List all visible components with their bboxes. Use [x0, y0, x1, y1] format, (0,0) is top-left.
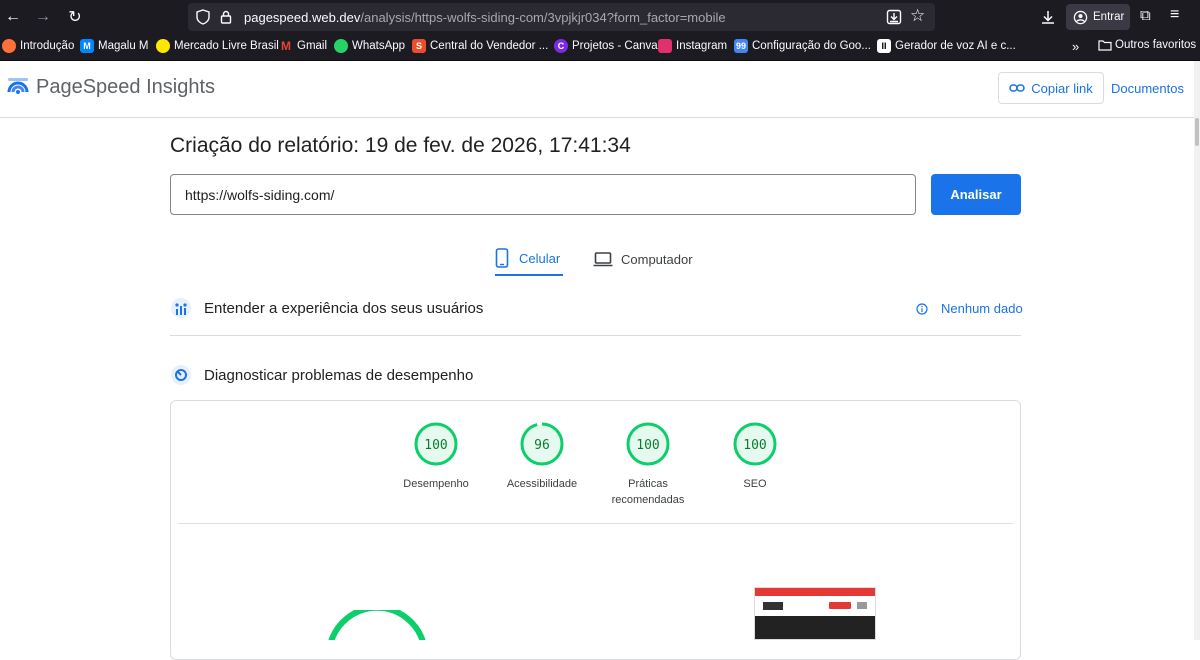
- thumb-menu: [857, 602, 867, 609]
- forward-icon[interactable]: →: [30, 4, 56, 30]
- whatsapp-icon: [334, 39, 348, 53]
- gmail-icon: M: [281, 39, 291, 53]
- canva-icon: C: [554, 39, 568, 53]
- menu-icon[interactable]: ≡: [1170, 6, 1179, 24]
- section-divider: [170, 335, 1021, 336]
- score-label: Acessibilidade: [506, 478, 578, 490]
- voice-icon: II: [877, 39, 891, 53]
- firefox-icon: [2, 39, 16, 53]
- download-page-icon[interactable]: [886, 9, 902, 25]
- tab-mobile-label: Celular: [519, 250, 561, 266]
- tab-mobile[interactable]: Celular: [495, 242, 563, 276]
- pagespeed-logo-icon: [7, 78, 29, 94]
- bookmark-item[interactable]: M Gmail: [279, 39, 327, 53]
- thumb-logo: [763, 602, 783, 610]
- copy-link-button[interactable]: Copiar link: [998, 72, 1104, 104]
- shopee-icon: S: [412, 39, 426, 53]
- bookmark-item[interactable]: S Central do Vendedor ...: [412, 39, 548, 53]
- magalu-icon: M: [80, 39, 94, 53]
- info-icon: [916, 302, 928, 315]
- bookmark-item[interactable]: WhatsApp: [334, 39, 405, 53]
- score-gauge-performance[interactable]: 100: [414, 422, 458, 466]
- thumb-hero: [755, 616, 875, 639]
- ux-section-title: Entender a experiência dos seus usuários: [204, 299, 484, 317]
- chevron-more-icon[interactable]: »: [1072, 39, 1079, 54]
- thumb-header: [755, 596, 875, 616]
- signin-button[interactable]: Entrar: [1066, 4, 1130, 30]
- bookmark-item[interactable]: II Gerador de voz AI e c...: [877, 39, 1016, 53]
- bookmark-item[interactable]: Introdução: [2, 39, 74, 53]
- shield-icon: [196, 9, 210, 25]
- extensions-icon[interactable]: ⧉: [1140, 7, 1151, 24]
- score-label: SEO: [743, 478, 767, 490]
- psi-header: PageSpeed Insights Copiar link Documento…: [0, 61, 1200, 118]
- no-data-label: Nenhum dado: [941, 301, 1023, 316]
- diag-section-title: Diagnosticar problemas de desempenho: [204, 366, 474, 384]
- scrollbar-thumb[interactable]: [1195, 118, 1199, 146]
- analyze-button[interactable]: Analisar: [931, 174, 1021, 215]
- laptop-icon: [593, 252, 613, 267]
- back-icon[interactable]: ←: [0, 4, 26, 30]
- diag-section-header: Diagnosticar problemas de desempenho: [170, 364, 1021, 386]
- score-value: 100: [636, 438, 659, 453]
- lock-icon: [220, 10, 232, 24]
- tab-desktop-label: Computador: [621, 251, 693, 267]
- bookmark-item[interactable]: Mercado Livre Brasil: [156, 39, 279, 53]
- url-input[interactable]: [170, 174, 916, 215]
- copy-link-label: Copiar link: [1031, 80, 1093, 96]
- page-screenshot-thumbnail: [754, 587, 876, 640]
- bookmark-item[interactable]: Instagram: [658, 39, 727, 53]
- folder-icon: [1098, 40, 1112, 51]
- bookmarks-bar: Introdução M Magalu M Mercado Livre Brasi…: [0, 34, 1200, 61]
- users-experience-icon: [171, 298, 191, 318]
- score-label: Desempenho: [403, 478, 469, 490]
- score-value: 96: [534, 438, 550, 453]
- app-title: PageSpeed Insights: [36, 76, 216, 98]
- scores-card: [170, 400, 1021, 660]
- score-gauge-seo[interactable]: 100: [733, 422, 777, 466]
- bookmark-item[interactable]: 99 Configuração do Goo...: [734, 39, 871, 53]
- reload-icon[interactable]: ↻: [62, 4, 88, 30]
- scrollbar-track[interactable]: [1194, 61, 1200, 640]
- browser-toolbar: ← → ↻ pagespeed.web.dev/analysis/https-w…: [0, 0, 1200, 34]
- url-text: pagespeed.web.dev/analysis/https-wolfs-s…: [244, 10, 726, 25]
- thumb-topbar: [755, 588, 875, 596]
- smartphone-icon: [495, 248, 509, 268]
- diagnose-icon: [171, 365, 191, 385]
- report-title: Criação do relatório: 19 de fev. de 2026…: [170, 134, 631, 157]
- score-value: 100: [424, 438, 447, 453]
- no-data-link[interactable]: Nenhum dado: [916, 301, 1023, 316]
- bookmark-item[interactable]: C Projetos - Canva: [554, 39, 658, 53]
- address-bar[interactable]: pagespeed.web.dev/analysis/https-wolfs-s…: [188, 3, 935, 31]
- thumb-call-button: [829, 602, 851, 609]
- instagram-icon: [658, 39, 672, 53]
- other-bookmarks[interactable]: Outros favoritos: [1098, 39, 1196, 51]
- score-value: 100: [743, 438, 766, 453]
- score-label: Práticas recomendadas: [611, 478, 685, 506]
- signin-label: Entrar: [1093, 11, 1125, 23]
- google99-icon: 99: [734, 39, 748, 53]
- star-icon[interactable]: ☆: [910, 6, 925, 26]
- mercadolivre-icon: [156, 39, 170, 53]
- downloads-icon[interactable]: [1040, 9, 1056, 25]
- account-icon: [1073, 10, 1088, 24]
- performance-big-gauge: [328, 610, 426, 640]
- score-gauge-best-practices[interactable]: 100: [626, 422, 670, 466]
- card-divider: [178, 523, 1013, 524]
- score-gauge-accessibility[interactable]: 96: [520, 422, 564, 466]
- ux-section-header: Entender a experiência dos seus usuários: [170, 297, 1021, 319]
- link-icon: [1009, 84, 1026, 92]
- bookmark-item[interactable]: M Magalu M: [80, 39, 149, 53]
- docs-link[interactable]: Documentos: [1111, 81, 1184, 96]
- tab-desktop[interactable]: Computador: [593, 242, 703, 276]
